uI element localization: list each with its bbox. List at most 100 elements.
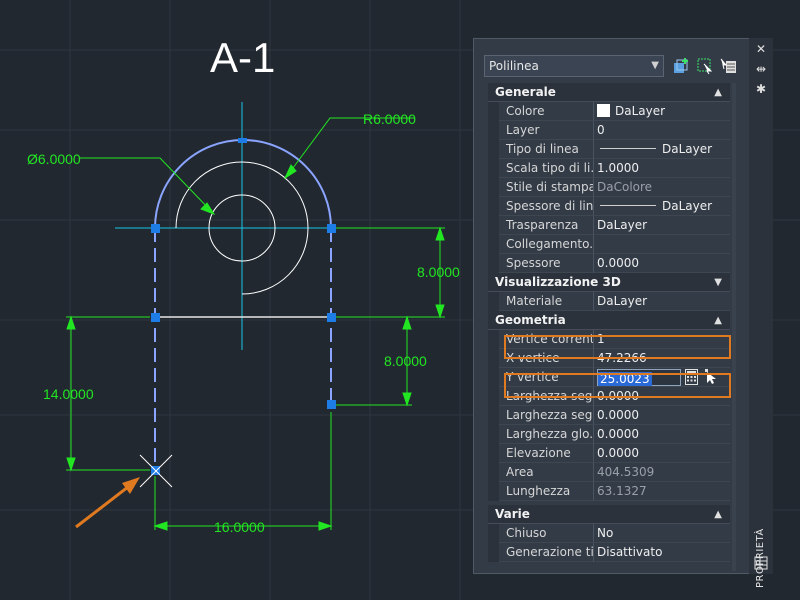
prop-label: Spessore <box>499 254 594 273</box>
prop-label: Chiuso <box>499 524 594 543</box>
linetype-sample-icon <box>600 148 656 149</box>
color-swatch-icon <box>597 104 610 117</box>
prop-label: Y vertice <box>499 368 594 387</box>
section-varie[interactable]: Varie ▲ <box>488 505 730 524</box>
prop-value: No <box>594 524 730 543</box>
selected-polyline[interactable] <box>154 139 332 470</box>
section-title: Generale <box>495 85 556 99</box>
prop-label: Colore <box>499 102 594 121</box>
prop-label: Larghezza seg... <box>499 387 594 406</box>
prop-value: 1.0000 <box>594 159 730 178</box>
collapse-icon[interactable]: ▲ <box>714 311 722 330</box>
dimension-lines <box>66 117 445 531</box>
palette-side-bar: ✕ ⇹ ✱ PROPRIETÀ <box>749 38 773 588</box>
prop-value: 0.0000 <box>594 425 730 444</box>
left-height-dimension: 14.0000 <box>43 386 94 402</box>
object-type-value: Polilinea <box>489 59 539 73</box>
prop-row-materiale[interactable]: Materiale DaLayer <box>488 292 730 311</box>
auto-hide-icon[interactable]: ⇹ <box>754 62 768 76</box>
chevron-down-icon: ▼ <box>651 60 659 71</box>
prop-row-generazione-tipo-linea[interactable]: Generazione ti... Disattivato <box>488 543 730 562</box>
prop-row-stile-stampa[interactable]: Stile di stampa DaColore <box>488 178 730 197</box>
y-vertice-selected-text: 25.0023 <box>598 372 652 386</box>
prop-label: Trasparenza <box>499 216 594 235</box>
prop-row-scala[interactable]: Scala tipo di li... 1.0000 <box>488 159 730 178</box>
object-type-dropdown[interactable]: Polilinea ▼ <box>484 55 664 77</box>
section-title: Geometria <box>495 313 566 327</box>
section-geometria[interactable]: Geometria ▲ <box>488 311 730 330</box>
quick-select-icon[interactable] <box>720 57 738 75</box>
palette-scrollbar[interactable] <box>732 83 736 571</box>
section-visualizzazione-3d[interactable]: Visualizzazione 3D ▼ <box>488 273 730 292</box>
settings-icon[interactable]: ✱ <box>754 82 768 96</box>
prop-label: Tipo di linea <box>499 140 594 159</box>
right-upper-dimension: 8.0000 <box>417 264 460 280</box>
radius-dimension: R6.0000 <box>363 111 416 127</box>
close-icon[interactable]: ✕ <box>754 42 768 56</box>
prop-value: 404.5309 <box>594 463 730 482</box>
prop-label: Larghezza glo... <box>499 425 594 444</box>
prop-label: Elevazione <box>499 444 594 463</box>
prop-label: X vertice <box>499 349 594 368</box>
prop-value: Disattivato <box>594 543 730 562</box>
prop-value: 0.0000 <box>594 444 730 463</box>
section-title: Visualizzazione 3D <box>495 275 621 289</box>
prop-row-collegamento[interactable]: Collegamento... <box>488 235 730 254</box>
collapse-icon[interactable]: ▲ <box>714 83 722 102</box>
prop-label: Stile di stampa <box>499 178 594 197</box>
collapse-icon[interactable]: ▼ <box>714 273 722 292</box>
palette-grid-icon[interactable] <box>754 556 768 570</box>
prop-value: DaLayer <box>594 292 730 311</box>
prop-value: 47.2266 <box>594 349 730 368</box>
calculator-icon[interactable] <box>685 369 698 385</box>
prop-row-larghezza-seg-finale[interactable]: Larghezza seg... 0.0000 <box>488 406 730 425</box>
prop-row-tipo-linea[interactable]: Tipo di linea DaLayer <box>488 140 730 159</box>
prop-row-area: Area 404.5309 <box>488 463 730 482</box>
prop-row-colore[interactable]: Colore DaLayer <box>488 102 730 121</box>
properties-palette: Polilinea ▼ Generale ▲ Colore DaLayer La… <box>473 38 773 574</box>
prop-row-spessore[interactable]: Spessore 0.0000 <box>488 254 730 273</box>
prop-label: Materiale <box>499 292 594 311</box>
select-objects-icon[interactable] <box>696 57 714 75</box>
bottom-width-dimension: 16.0000 <box>214 519 265 535</box>
prop-row-larghezza-globale[interactable]: Larghezza glo... 0.0000 <box>488 425 730 444</box>
y-vertice-input[interactable]: 25.0023 <box>597 369 681 386</box>
prop-value: 63.1327 <box>594 482 730 501</box>
collapse-icon[interactable]: ▲ <box>714 505 722 524</box>
prop-row-trasparenza[interactable]: Trasparenza DaLayer <box>488 216 730 235</box>
prop-row-spessore-linea[interactable]: Spessore di lin... DaLayer <box>488 197 730 216</box>
prop-row-chiuso[interactable]: Chiuso No <box>488 524 730 543</box>
polyline-grips[interactable] <box>151 138 336 475</box>
prop-row-layer[interactable]: Layer 0 <box>488 121 730 140</box>
prop-label: Collegamento... <box>499 235 594 254</box>
prop-label: Scala tipo di li... <box>499 159 594 178</box>
prop-label: Vertice corrente <box>499 330 594 349</box>
prop-value: 1 <box>594 330 730 349</box>
prop-value: 0 <box>594 121 730 140</box>
drawing-title: A-1 <box>210 34 275 81</box>
prop-value: DaLayer <box>594 216 730 235</box>
prop-row-vertice-corrente[interactable]: Vertice corrente 1 <box>488 330 730 349</box>
section-generale[interactable]: Generale ▲ <box>488 83 730 102</box>
prop-value: DaLayer <box>662 199 713 213</box>
prop-value: 0.0000 <box>594 254 730 273</box>
prop-label: Generazione ti... <box>499 543 594 562</box>
prop-value <box>594 235 730 254</box>
prop-row-larghezza-seg-iniziale[interactable]: Larghezza seg... 0.0000 <box>488 387 730 406</box>
prop-row-elevazione[interactable]: Elevazione 0.0000 <box>488 444 730 463</box>
prop-value: DaLayer <box>662 142 713 156</box>
prop-label: Lunghezza <box>499 482 594 501</box>
diameter-dimension: Ø6.0000 <box>27 151 81 167</box>
prop-label: Spessore di lin... <box>499 197 594 216</box>
prop-label: Larghezza seg... <box>499 406 594 425</box>
pick-point-icon[interactable] <box>704 369 718 385</box>
prop-value: DaColore <box>594 178 730 197</box>
prop-row-y-vertice[interactable]: Y vertice 25.0023 <box>488 368 730 387</box>
prop-row-lunghezza: Lunghezza 63.1327 <box>488 482 730 501</box>
right-lower-dimension: 8.0000 <box>384 353 427 369</box>
prop-row-x-vertice[interactable]: X vertice 47.2266 <box>488 349 730 368</box>
prop-label: Layer <box>499 121 594 140</box>
prop-value: 0.0000 <box>594 387 730 406</box>
toggle-pickadd-icon[interactable] <box>672 57 690 75</box>
prop-value: 0.0000 <box>594 406 730 425</box>
